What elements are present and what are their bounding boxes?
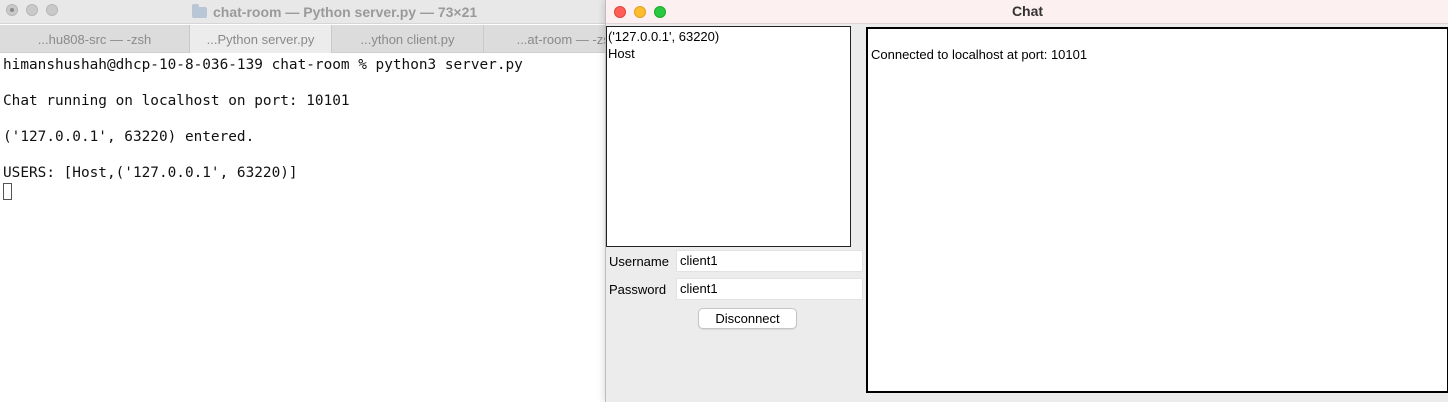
terminal-cursor <box>3 183 12 200</box>
tab-zsh-chat-room[interactable]: ...at-room — -zsh <box>484 25 624 53</box>
password-label: Password <box>609 281 667 297</box>
zoom-button[interactable] <box>654 6 666 18</box>
list-item[interactable]: Host <box>608 45 850 62</box>
messages-area[interactable]: Connected to localhost at port: 10101 <box>866 27 1448 393</box>
folder-icon <box>192 3 207 18</box>
tab-python-client[interactable]: ...ython client.py <box>332 25 484 53</box>
terminal-output[interactable]: himanshushah@dhcp-10-8-036-139 chat-room… <box>0 54 600 402</box>
minimize-button[interactable] <box>634 6 646 18</box>
terminal-cursor-line <box>3 182 600 200</box>
zoom-button[interactable] <box>46 4 58 16</box>
terminal-title: chat-room — Python server.py — 73×21 <box>192 3 477 21</box>
tab-label: ...Python server.py <box>206 31 315 47</box>
list-item[interactable]: ('127.0.0.1', 63220) <box>608 28 850 45</box>
terminal-line: Chat running on localhost on port: 10101 <box>3 93 350 109</box>
tab-label: ...at-room — -zsh <box>516 31 617 47</box>
close-button[interactable] <box>6 4 18 16</box>
close-button[interactable] <box>614 6 626 18</box>
users-listbox[interactable]: ('127.0.0.1', 63220) Host <box>606 26 851 247</box>
username-row: Username client1 <box>608 250 863 272</box>
chat-window: Chat ('127.0.0.1', 63220) Host Username … <box>605 0 1448 402</box>
disconnect-button[interactable]: Disconnect <box>698 308 797 329</box>
minimize-button[interactable] <box>26 4 38 16</box>
terminal-line: himanshushah@dhcp-10-8-036-139 chat-room… <box>3 57 523 73</box>
chat-window-controls <box>614 6 666 18</box>
username-label: Username <box>609 253 669 269</box>
chat-titlebar: Chat <box>606 0 1448 24</box>
password-field[interactable]: client1 <box>676 278 863 300</box>
chat-title: Chat <box>1011 3 1044 19</box>
terminal-window-controls <box>6 4 58 16</box>
password-row: Password client1 <box>608 278 863 300</box>
tab-label: ...hu808-src — -zsh <box>37 31 152 47</box>
tab-zsh-src[interactable]: ...hu808-src — -zsh <box>0 25 190 53</box>
tab-label: ...ython client.py <box>360 31 455 47</box>
message-line: Connected to localhost at port: 10101 <box>871 47 1088 62</box>
username-field[interactable]: client1 <box>676 250 863 272</box>
tab-python-server[interactable]: ...Python server.py <box>190 25 332 53</box>
terminal-line: USERS: [Host,('127.0.0.1', 63220)] <box>3 165 298 181</box>
terminal-line: ('127.0.0.1', 63220) entered. <box>3 129 255 145</box>
terminal-title-text: chat-room — Python server.py — 73×21 <box>213 4 478 20</box>
